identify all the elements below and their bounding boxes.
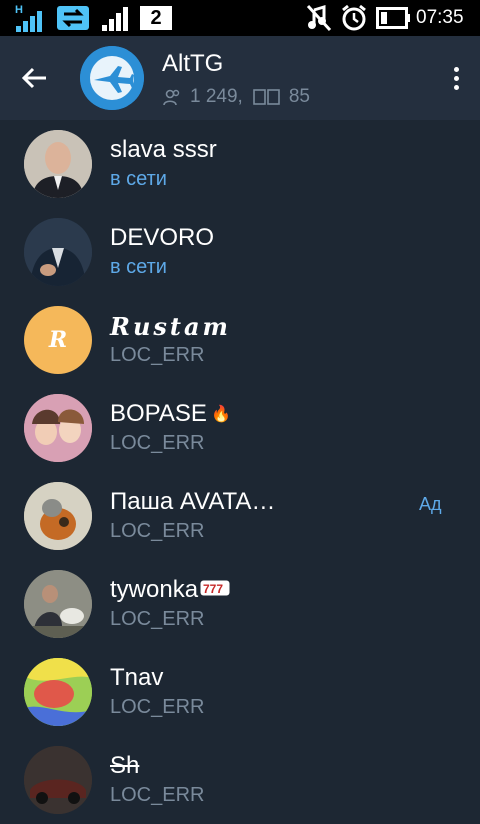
avatar	[24, 130, 92, 198]
more-vert-icon[interactable]	[440, 58, 472, 98]
member-name: Sh	[110, 752, 140, 779]
list-item[interactable]: Tnav LOC_ERR	[0, 648, 480, 736]
member-status: LOC_ERR	[110, 608, 205, 630]
signal-bars-icon: H	[14, 0, 48, 36]
member-name: BOPASE 🔥	[110, 400, 231, 427]
list-item[interactable]: tywonka 777 LOC_ERR	[0, 560, 480, 648]
admin-badge: Ад	[419, 494, 442, 514]
members-icon	[163, 89, 180, 106]
member-status: LOC_ERR	[110, 344, 205, 366]
chat-subtitle: 1 249, 85	[162, 86, 310, 108]
member-name: slava sssr	[110, 136, 217, 163]
chat-header: AltTG 1 249, 85	[0, 36, 480, 120]
data-transfer-icon	[56, 0, 90, 36]
list-item[interactable]: DEVORO в сети	[0, 208, 480, 296]
back-arrow-icon	[21, 67, 46, 89]
online-count: 85	[288, 86, 310, 107]
avatar	[24, 746, 92, 814]
member-status: в сети	[110, 256, 167, 278]
avatar	[24, 218, 92, 286]
member-status: LOC_ERR	[110, 696, 205, 718]
list-item[interactable]: Паша AVATA… LOC_ERR Ад	[0, 472, 480, 560]
list-item[interactable]: slava sssr в сети	[0, 120, 480, 208]
member-status: в сети	[110, 168, 167, 190]
member-name: Паша AVATA…	[110, 488, 276, 515]
member-name: Rustam	[110, 312, 231, 341]
list-item[interactable]: Sh LOC_ERR	[0, 736, 480, 824]
member-name: Tnav	[110, 664, 164, 691]
chat-title[interactable]: AltTG	[162, 50, 223, 78]
list-item[interactable]: BOPASE 🔥 LOC_ERR	[0, 384, 480, 472]
sim-slot-badge: 2	[140, 6, 172, 30]
sim-2-signal-icon	[100, 0, 138, 36]
online-icon	[253, 89, 280, 105]
avatar-letter: R	[48, 327, 68, 353]
jet-avatar-icon	[80, 46, 144, 110]
avatar	[24, 658, 92, 726]
status-bar: H 2 07:35	[0, 0, 480, 36]
avatar	[24, 482, 92, 550]
alarm-icon	[340, 0, 368, 36]
member-status: LOC_ERR	[110, 432, 205, 454]
avatar	[24, 570, 92, 638]
network-type-label: H	[15, 4, 23, 16]
music-muted-icon	[306, 0, 332, 36]
battery-icon	[376, 0, 410, 36]
avatar	[24, 394, 92, 462]
svg-text:777: 777	[203, 582, 223, 596]
members-count: 1 249,	[190, 86, 243, 107]
slot-machine-777-icon: 777	[200, 576, 230, 604]
member-name: tywonka 777	[110, 576, 230, 604]
member-status: LOC_ERR	[110, 520, 205, 542]
chat-avatar[interactable]	[80, 46, 144, 110]
fire-icon: 🔥	[210, 406, 231, 423]
member-name: DEVORO	[110, 224, 215, 251]
avatar: R	[24, 306, 92, 374]
list-item[interactable]: R Rustam LOC_ERR	[0, 296, 480, 384]
member-status: LOC_ERR	[110, 784, 205, 806]
back-button[interactable]	[14, 58, 54, 98]
clock: 07:35	[416, 7, 464, 28]
